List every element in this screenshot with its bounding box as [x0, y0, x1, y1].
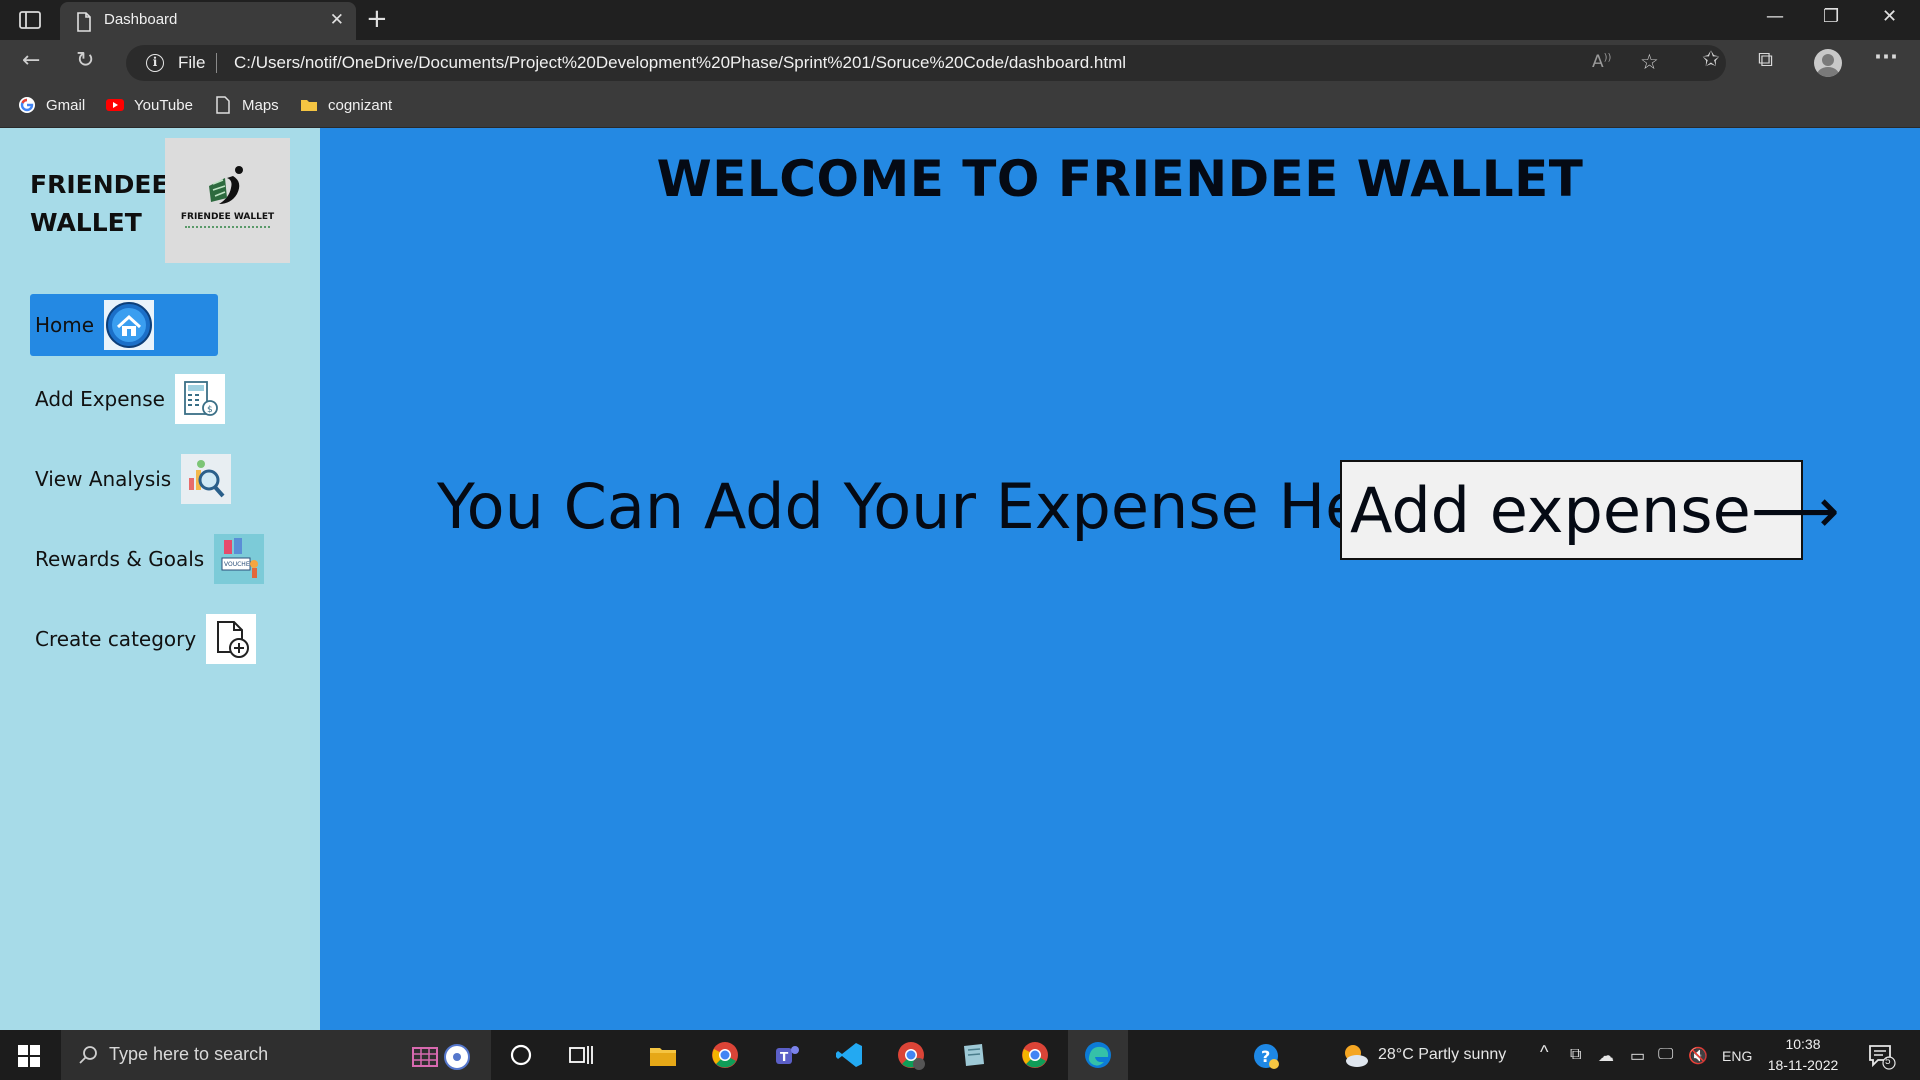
minimize-icon[interactable]: — [1766, 6, 1784, 27]
chrome-icon[interactable] [710, 1040, 740, 1070]
favorites-icon[interactable]: ✩ [1702, 47, 1720, 71]
bookmark-label: Maps [242, 96, 279, 114]
folder-icon [301, 100, 317, 111]
bookmarks-bar: Gmail YouTube Maps cognizant [0, 85, 1920, 128]
edge-icon[interactable] [1083, 1040, 1113, 1070]
address-bar[interactable]: i File C:/Users/notif/OneDrive/Documents… [126, 45, 1726, 81]
task-view-icon[interactable] [566, 1040, 596, 1070]
chrome-icon-2[interactable] [1020, 1040, 1050, 1070]
page-icon [216, 96, 230, 114]
sidebar-item-add-expense[interactable]: Add Expense $ [30, 368, 225, 430]
svg-text:$: $ [207, 405, 213, 415]
search-placeholder: Type here to search [109, 1044, 269, 1064]
sidebar-item-label: Home [35, 313, 95, 337]
add-expense-button[interactable]: Add expense⟶ [1340, 460, 1840, 560]
youtube-icon [106, 99, 124, 111]
bookmark-maps[interactable]: Maps [214, 96, 279, 114]
home-icon [104, 300, 155, 350]
more-options-icon[interactable]: ··· [1874, 45, 1898, 69]
close-window-icon[interactable]: ✕ [1882, 6, 1897, 27]
logo-tagline-decoration [185, 226, 270, 228]
url-separator [216, 53, 217, 73]
notification-center-icon[interactable] [1868, 1044, 1896, 1070]
close-tab-icon[interactable]: ✕ [330, 10, 344, 30]
add-document-icon [206, 614, 257, 664]
browser-tab[interactable]: Dashboard ✕ [60, 2, 356, 40]
search-icon [79, 1046, 97, 1064]
sidebar: FRIENDEE WALLET FRIENDEE WALLET Home Add… [0, 128, 320, 1030]
tab-actions-icon[interactable] [18, 10, 42, 30]
tab-title: Dashboard [104, 11, 178, 28]
search-highlight-icon [412, 1044, 470, 1070]
taskbar-search-box[interactable]: Type here to search [61, 1030, 491, 1080]
sidebar-item-label: Add Expense [35, 387, 165, 411]
brand-line-1: FRIENDEE [30, 170, 169, 199]
logo-text: FRIENDEE WALLET [180, 212, 275, 222]
svg-text:T: T [780, 1050, 789, 1064]
restore-icon[interactable]: ❐ [1823, 6, 1839, 27]
svg-text:?: ? [1261, 1047, 1270, 1066]
show-hidden-icons-icon[interactable]: ^ [1540, 1042, 1548, 1063]
sidebar-item-label: Rewards & Goals [35, 547, 205, 571]
sidebar-item-label: View Analysis [35, 467, 172, 491]
brand-title: FRIENDEE WALLET [30, 166, 170, 242]
bookmark-cognizant[interactable]: cognizant [300, 96, 392, 114]
sidebar-item-view-analysis[interactable]: View Analysis [30, 448, 232, 510]
sidebar-item-create-category[interactable]: Create category [30, 608, 257, 670]
bookmark-label: YouTube [134, 96, 193, 114]
welcome-heading: WELCOME TO FRIENDEE WALLET [656, 150, 1584, 208]
clock-date: 18-11-2022 [1767, 1057, 1839, 1073]
network-icon[interactable]: 🖵 [1658, 1046, 1673, 1064]
help-icon[interactable]: ? [1252, 1042, 1280, 1070]
weather-icon[interactable] [1340, 1042, 1370, 1070]
notification-count: 5 [1885, 1056, 1891, 1067]
address-toolbar: ← ↻ i File C:/Users/notif/OneDrive/Docum… [0, 40, 1920, 85]
info-icon[interactable]: i [146, 54, 164, 72]
teams-icon[interactable]: T [772, 1040, 802, 1070]
collections-icon[interactable]: ⧉ [1758, 47, 1773, 72]
read-aloud-icon[interactable]: A)) [1592, 52, 1611, 72]
sidebar-item-label: Create category [35, 627, 197, 651]
google-icon [19, 97, 35, 113]
bookmark-youtube[interactable]: YouTube [106, 96, 193, 114]
weather-text[interactable]: 28°C Partly sunny [1378, 1046, 1506, 1064]
expense-calculator-icon: $ [174, 374, 225, 424]
volume-muted-icon[interactable]: 🔇 [1688, 1046, 1708, 1066]
bookmark-gmail[interactable]: Gmail [18, 96, 85, 114]
analysis-magnifier-icon [181, 454, 232, 504]
brand-line-2: WALLET [30, 208, 142, 237]
sidebar-item-home[interactable]: Home [30, 294, 218, 356]
clock-time: 10:38 [1785, 1036, 1821, 1052]
refresh-icon[interactable]: ↻ [76, 48, 94, 73]
cortana-icon[interactable] [506, 1040, 536, 1070]
dashboard-page: FRIENDEE WALLET FRIENDEE WALLET Home Add… [0, 128, 1920, 1030]
battery-icon[interactable]: ▭ [1630, 1046, 1645, 1066]
bookmark-label: Gmail [46, 96, 86, 114]
url-text[interactable]: C:/Users/notif/OneDrive/Documents/Projec… [234, 53, 1126, 73]
chrome-profile-icon[interactable] [896, 1040, 926, 1070]
windows-start-icon[interactable] [18, 1045, 40, 1067]
bookmark-label: cognizant [328, 96, 393, 114]
back-icon[interactable]: ← [22, 48, 40, 73]
wallet-logo-icon [209, 166, 243, 204]
new-tab-button[interactable]: + [366, 4, 388, 34]
add-favorite-icon[interactable]: ☆ [1640, 50, 1659, 74]
url-scheme-label: File [178, 53, 206, 72]
taskbar-clock[interactable]: 10:38 18-11-2022 [1760, 1034, 1846, 1076]
vscode-icon[interactable] [834, 1040, 864, 1070]
svg-text:VOUCHER: VOUCHER [224, 561, 254, 568]
windows-taskbar: Type here to search T ? 28°C Partly sunn… [0, 1030, 1920, 1080]
notes-app-icon[interactable] [958, 1040, 988, 1070]
add-expense-prompt: You Can Add Your Expense Here [437, 470, 1426, 543]
voucher-gift-icon: VOUCHER [214, 534, 265, 584]
profile-avatar[interactable] [1814, 49, 1842, 77]
app-logo: FRIENDEE WALLET [165, 138, 290, 263]
language-indicator[interactable]: ENG [1722, 1048, 1752, 1064]
onedrive-icon[interactable]: ☁ [1598, 1046, 1614, 1066]
browser-titlebar: Dashboard ✕ + — ❐ ✕ [0, 0, 1920, 40]
file-explorer-icon[interactable] [648, 1040, 678, 1070]
meet-now-icon[interactable]: ⧉ [1570, 1046, 1581, 1064]
sidebar-item-rewards-goals[interactable]: Rewards & Goals VOUCHER [30, 528, 265, 590]
page-icon [77, 12, 91, 32]
